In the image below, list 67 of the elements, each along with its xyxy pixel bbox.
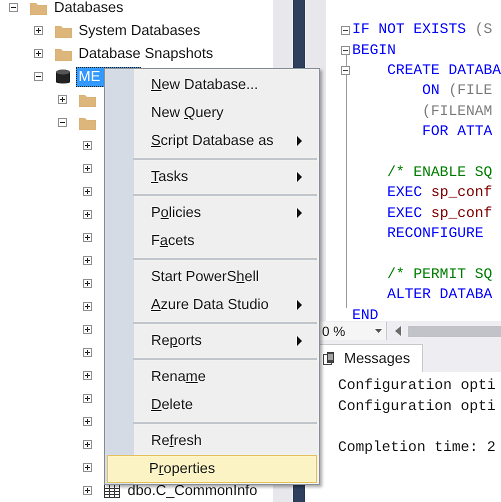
expand-icon[interactable] xyxy=(82,279,92,288)
expand-icon[interactable] xyxy=(82,164,92,173)
menu-item[interactable]: New Database... xyxy=(107,71,317,99)
expand-icon[interactable] xyxy=(82,187,92,196)
code-line: ALTER DATABA xyxy=(386,287,492,304)
expand-icon[interactable] xyxy=(82,210,92,219)
collapse-icon[interactable] xyxy=(341,46,350,56)
expand-icon[interactable] xyxy=(82,486,92,495)
menu-item[interactable]: Refresh xyxy=(107,427,317,455)
menu-item[interactable]: Azure Data Studio xyxy=(107,291,317,319)
menu-item[interactable]: Script Database as xyxy=(107,127,317,155)
expand-icon[interactable] xyxy=(82,325,92,334)
code-line: (FILENAM xyxy=(421,104,492,120)
folder-icon xyxy=(79,116,96,130)
code-line: /* ENABLE SQ xyxy=(386,164,492,181)
code-line: IF NOT EXISTS (S xyxy=(352,22,492,38)
table-icon xyxy=(104,484,120,498)
folder-icon xyxy=(30,0,47,14)
collapse-icon[interactable] xyxy=(341,66,350,76)
caret-icon xyxy=(375,329,382,333)
menu-item[interactable]: Tasks xyxy=(107,163,317,191)
expand-icon[interactable] xyxy=(34,26,42,35)
tree-node[interactable]: Databases xyxy=(51,0,126,18)
expand-icon[interactable] xyxy=(82,371,92,380)
message-line: Configuration opti xyxy=(338,398,496,414)
expand-icon[interactable] xyxy=(82,233,92,242)
code-line: ON (FILE xyxy=(421,83,492,100)
message-line: Configuration opti xyxy=(338,378,496,394)
folder-icon xyxy=(54,46,72,60)
scroll-left-icon[interactable] xyxy=(395,326,401,336)
tree-node[interactable]: System Databases xyxy=(76,20,204,40)
document-icon xyxy=(323,352,335,365)
code-line: FOR ATTA xyxy=(421,124,492,140)
collapse-icon[interactable] xyxy=(34,72,42,81)
menu-item[interactable]: Properties xyxy=(107,455,317,483)
tree-node[interactable]: dbo.C_CommonInfo xyxy=(124,480,260,500)
menu-item[interactable]: New Query xyxy=(107,99,317,127)
expand-icon[interactable] xyxy=(82,394,92,403)
expand-icon[interactable] xyxy=(58,95,67,104)
expand-icon[interactable] xyxy=(82,440,92,449)
code-line: /* PERMIT SQ xyxy=(386,266,492,283)
menu-item[interactable]: Delete xyxy=(107,391,317,419)
collapse-icon[interactable] xyxy=(341,26,350,35)
menu-item[interactable]: Start PowerShell xyxy=(107,263,317,291)
menu-item[interactable]: Rename xyxy=(107,363,317,391)
expand-icon[interactable] xyxy=(82,256,92,265)
expand-icon[interactable] xyxy=(34,49,42,58)
database-icon xyxy=(54,68,70,84)
folder-icon xyxy=(79,92,96,106)
expand-icon[interactable] xyxy=(82,463,92,472)
code-line: EXEC sp_conf xyxy=(386,206,492,222)
expand-icon[interactable] xyxy=(82,348,92,357)
code-line: CREATE DATABA xyxy=(386,62,501,79)
expand-icon[interactable] xyxy=(82,141,92,150)
tree-node[interactable]: Database Snapshots xyxy=(76,44,216,64)
folder-icon xyxy=(54,24,72,38)
collapse-icon[interactable] xyxy=(58,118,67,127)
expand-icon[interactable] xyxy=(82,302,92,311)
expand-icon[interactable] xyxy=(82,417,92,426)
code-line: EXEC sp_conf xyxy=(386,185,492,202)
menu-item[interactable]: Policies xyxy=(107,199,317,227)
message-line: Completion time: 2 xyxy=(338,440,496,456)
collapse-icon[interactable] xyxy=(9,3,18,12)
code-line: RECONFIGURE xyxy=(386,226,484,242)
code-line: BEGIN xyxy=(352,42,396,59)
menu-item[interactable]: Facets xyxy=(107,227,317,255)
code-line: END xyxy=(352,308,378,324)
